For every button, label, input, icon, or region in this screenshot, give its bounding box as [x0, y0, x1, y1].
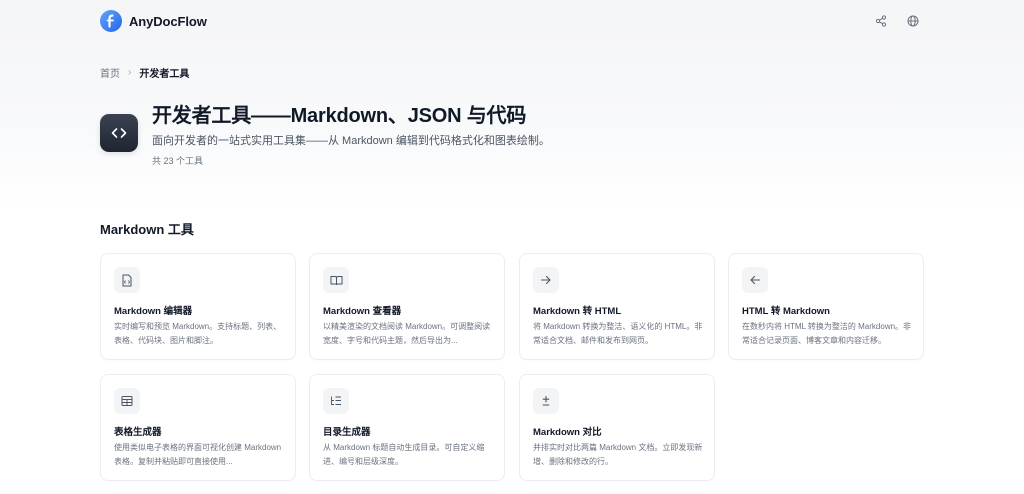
table-icon [114, 388, 140, 414]
brand-logo-icon [100, 10, 122, 32]
tool-card-title: HTML 转 Markdown [742, 306, 830, 317]
tool-card-desc: 从 Markdown 标题自动生成目录。可自定义缩进、编号和层级深度。 [323, 443, 485, 466]
tool-card-title: 目录生成器 [323, 427, 371, 438]
tool-card-table-generator[interactable]: 表格生成器 使用类似电子表格的界面可视化创建 Markdown 表格。复制并粘贴… [100, 374, 296, 481]
tool-card-markdown-to-html[interactable]: Markdown 转 HTML 将 Markdown 转换为整洁、语义化的 HT… [519, 253, 715, 360]
tool-card-desc: 在数秒内将 HTML 转换为整洁的 Markdown。非常适合记录页面、博客文章… [742, 322, 912, 345]
tool-card-desc: 并排实时对比两篇 Markdown 文档。立即发现新增、删除和修改的行。 [533, 443, 703, 466]
section-title: Markdown 工具 [100, 222, 194, 237]
breadcrumb: 首页 › 开发者工具 [100, 65, 189, 80]
tool-card-toc-generator[interactable]: 目录生成器 从 Markdown 标题自动生成目录。可自定义缩进、编号和层级深度… [309, 374, 505, 481]
page-subtitle: 面向开发者的一站式实用工具集——从 Markdown 编辑到代码格式化和图表绘制… [152, 135, 550, 147]
tool-card-markdown-editor[interactable]: Markdown 编辑器 实时编写和预览 Markdown。支持标题、列表、表格… [100, 253, 296, 360]
tool-count: 共 23 个工具 [152, 156, 204, 166]
tool-card-html-to-markdown[interactable]: HTML 转 Markdown 在数秒内将 HTML 转换为整洁的 Markdo… [728, 253, 924, 360]
breadcrumb-home-link[interactable]: 首页 [100, 65, 120, 80]
tool-card-desc: 实时编写和预览 Markdown。支持标题、列表、表格、代码块、图片和脚注。 [114, 322, 282, 345]
globe-icon[interactable] [906, 14, 920, 28]
tool-card-markdown-diff[interactable]: Markdown 对比 并排实时对比两篇 Markdown 文档。立即发现新增、… [519, 374, 715, 481]
tool-card-desc: 将 Markdown 转换为整洁、语义化的 HTML。非常适合文档、邮件和发布到… [533, 322, 703, 345]
plus-minus-icon [533, 388, 559, 414]
breadcrumb-current: 开发者工具 [139, 69, 190, 80]
tool-card-title: Markdown 转 HTML [533, 306, 622, 317]
tool-card-desc: 以精美渲染的文档阅读 Markdown。可调整阅读宽度、字号和代码主题，然后导出… [323, 322, 491, 345]
list-tree-icon [323, 388, 349, 414]
tool-card-desc: 使用类似电子表格的界面可视化创建 Markdown 表格。复制并粘贴即可直接使用… [114, 443, 282, 466]
tool-card-markdown-viewer[interactable]: Markdown 查看器 以精美渲染的文档阅读 Markdown。可调整阅读宽度… [309, 253, 505, 360]
chevron-right-icon: › [128, 67, 132, 78]
share-icon[interactable] [874, 14, 888, 28]
tool-card-title: Markdown 对比 [533, 427, 602, 438]
arrow-left-icon [742, 267, 768, 293]
arrow-right-icon [533, 267, 559, 293]
tool-card-title: Markdown 查看器 [323, 306, 402, 317]
tool-card-title: Markdown 编辑器 [114, 306, 193, 317]
tool-card-title: 表格生成器 [114, 427, 162, 438]
page-title: 开发者工具——Markdown、JSON 与代码 [152, 105, 527, 127]
brand-name: AnyDocFlow [129, 13, 207, 29]
code-brackets-icon [100, 114, 138, 152]
book-open-icon [323, 267, 349, 293]
top-bar: AnyDocFlow [0, 0, 1024, 44]
brand-logo[interactable]: AnyDocFlow [100, 10, 207, 32]
markdown-file-icon [114, 267, 140, 293]
